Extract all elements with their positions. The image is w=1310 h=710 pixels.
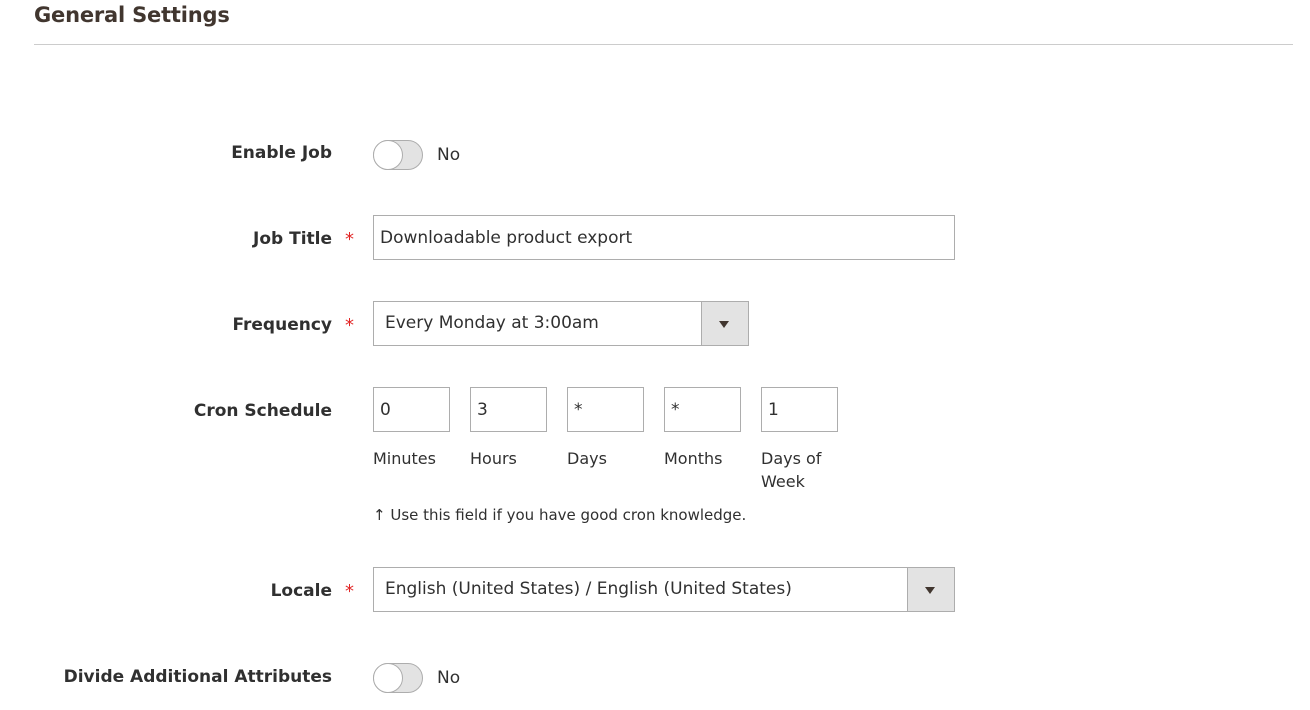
cron-months-label: Months — [664, 449, 723, 468]
cron-days-of-week-label: Days of Week — [761, 449, 822, 491]
cron-schedule-label: Cron Schedule — [193, 401, 332, 421]
divide-attributes-status: No — [437, 668, 461, 688]
locale-label: Locale — [270, 581, 332, 601]
cron-days-label: Days — [567, 449, 607, 468]
cron-hours-label: Hours — [470, 449, 517, 468]
job-title-label: Job Title — [253, 229, 332, 249]
cron-days-input[interactable] — [567, 387, 644, 432]
required-mark: * — [345, 229, 354, 250]
cron-minutes-input[interactable] — [373, 387, 450, 432]
locale-select[interactable]: English (United States) / English (Unite… — [373, 567, 955, 612]
select-arrow-button[interactable] — [907, 568, 954, 611]
chevron-down-icon — [719, 321, 729, 328]
chevron-down-icon — [925, 587, 935, 594]
divide-attributes-toggle[interactable] — [373, 663, 423, 693]
toggle-knob — [373, 140, 403, 170]
locale-selected-value: English (United States) / English (Unite… — [385, 579, 792, 599]
enable-job-label: Enable Job — [231, 143, 332, 163]
required-mark: * — [345, 581, 354, 602]
job-title-input[interactable] — [373, 215, 955, 260]
enable-job-status: No — [437, 145, 461, 165]
toggle-knob — [373, 663, 403, 693]
frequency-selected-value: Every Monday at 3:00am — [385, 313, 599, 333]
select-arrow-button[interactable] — [701, 302, 748, 345]
cron-days-of-week-input[interactable] — [761, 387, 838, 432]
section-title: General Settings — [34, 3, 230, 27]
required-mark: * — [345, 315, 354, 336]
section-divider — [34, 44, 1293, 45]
cron-minutes-label: Minutes — [373, 449, 436, 468]
cron-months-input[interactable] — [664, 387, 741, 432]
frequency-label: Frequency — [232, 315, 332, 335]
enable-job-toggle[interactable] — [373, 140, 423, 170]
divide-attributes-label: Divide Additional Attributes — [63, 667, 332, 687]
frequency-select[interactable]: Every Monday at 3:00am — [373, 301, 749, 346]
cron-help-note: ↑ Use this field if you have good cron k… — [373, 506, 747, 524]
cron-hours-input[interactable] — [470, 387, 547, 432]
